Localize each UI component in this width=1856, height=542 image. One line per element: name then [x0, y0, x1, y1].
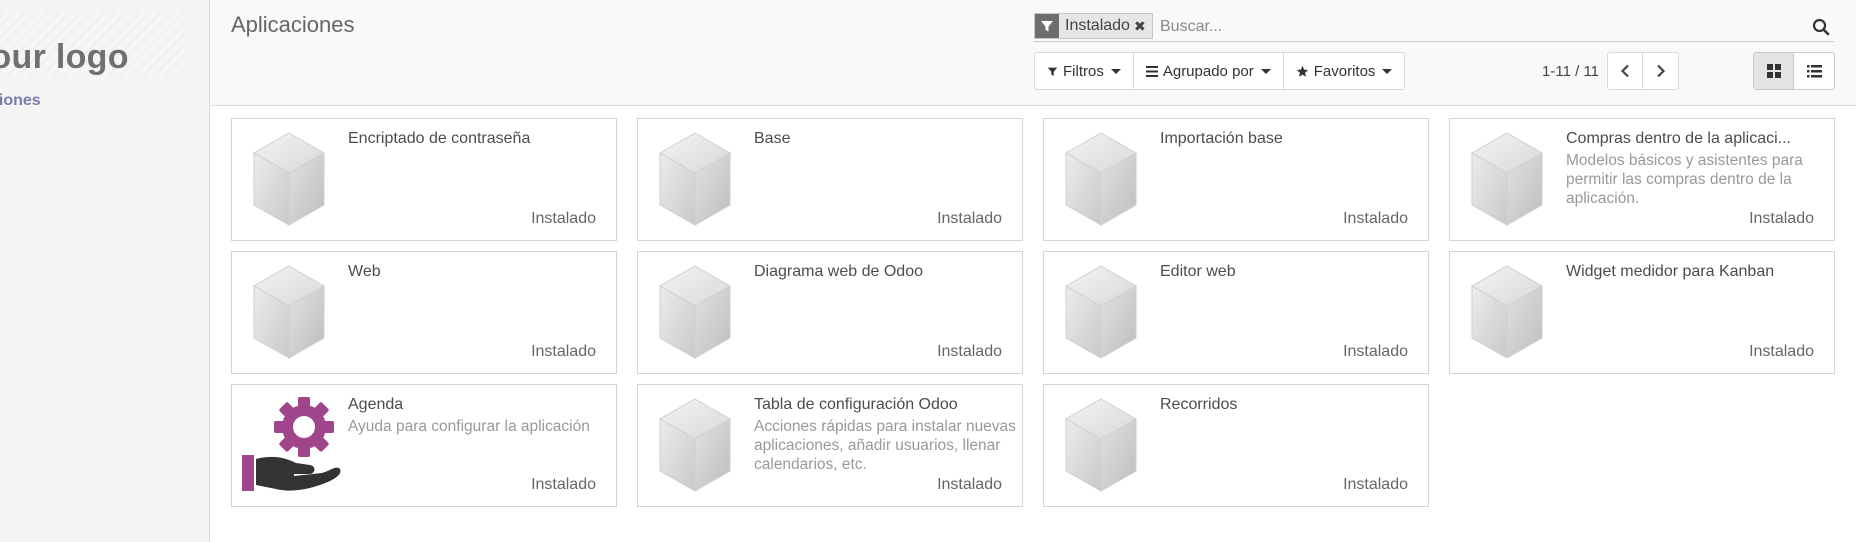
app-card[interactable]: Diagrama web de Odoo Instalado [637, 251, 1023, 374]
groupby-label: Agrupado por [1162, 62, 1254, 80]
company-logo[interactable]: Your logo [0, 12, 185, 76]
previous-page-button[interactable] [1608, 53, 1644, 89]
search-input[interactable] [1160, 15, 1780, 39]
app-name: Widget medidor para Kanban [1566, 263, 1775, 280]
pager-range: 1-11 [1542, 62, 1571, 80]
app-card[interactable]: Agenda Ayuda para configurar la aplicació… [231, 384, 617, 507]
remove-facet-icon[interactable]: ✖ [1134, 18, 1152, 35]
module-cube-icon [252, 264, 326, 364]
star-icon [1296, 65, 1308, 77]
module-cube-icon [1064, 397, 1138, 497]
app-card[interactable]: Encriptado de contraseña Instalado [231, 118, 617, 241]
app-card[interactable]: Compras dentro de la aplicaci... Modelos … [1449, 118, 1835, 241]
chevron-left-icon [1620, 64, 1629, 78]
app-description: Modelos básicos y asistentes para permit… [1566, 152, 1803, 207]
module-cube-icon [1064, 131, 1138, 231]
app-card[interactable]: Widget medidor para Kanban Instalado [1449, 251, 1835, 374]
app-status: Instalado [531, 343, 596, 360]
filter-icon [1035, 14, 1059, 38]
app-name: Web [348, 263, 381, 280]
app-name: Base [754, 130, 791, 147]
module-cube-icon [658, 131, 732, 231]
sidebar-item-label: Aplicaciones [0, 92, 41, 109]
module-cube-icon [252, 131, 326, 231]
module-cube-icon [1064, 264, 1138, 364]
module-cube-icon [1470, 131, 1544, 231]
app-status: Instalado [1749, 210, 1814, 227]
bars-icon [1145, 65, 1158, 77]
list-view-button[interactable] [1794, 53, 1834, 89]
favorites-label: Favoritos [1313, 62, 1376, 80]
next-page-button[interactable] [1643, 53, 1678, 89]
app-card[interactable]: Recorridos Instalado [1043, 384, 1429, 507]
app-window: Your logo Aplicaciones Aplicaciones Inst… [0, 0, 1856, 542]
caret-down-icon [1260, 68, 1271, 74]
app-name: Importación base [1160, 130, 1283, 147]
list-view-icon [1806, 64, 1822, 77]
app-status: Instalado [531, 476, 596, 493]
facet-label: Instalado [1065, 17, 1130, 34]
kanban-view-button[interactable] [1754, 53, 1794, 89]
module-cube-icon [1470, 264, 1544, 364]
control-panel: Aplicaciones Instalado ✖ Filtros [211, 0, 1856, 106]
search-icon[interactable] [1808, 14, 1834, 40]
pager: 1-11 / 11 [1542, 52, 1680, 90]
pager-buttons [1607, 52, 1680, 90]
search-options: Filtros Agrupado por Favoritos [1034, 52, 1406, 90]
sidebar: Your logo Aplicaciones [0, 0, 210, 542]
app-card[interactable]: Base Instalado [637, 118, 1023, 241]
groupby-button[interactable]: Agrupado por [1134, 53, 1284, 89]
sidebar-item-apps[interactable]: Aplicaciones [0, 92, 99, 110]
logo-text: Your logo [0, 38, 129, 76]
gear-hand-icon [242, 395, 342, 495]
caret-down-icon [1110, 68, 1121, 74]
app-status: Instalado [937, 210, 1002, 227]
module-cube-icon [658, 264, 732, 364]
app-status: Instalado [937, 476, 1002, 493]
chevron-right-icon [1656, 64, 1665, 78]
pager-value[interactable]: 1-11 / 11 [1542, 63, 1599, 80]
app-description: Ayuda para configurar la aplicación [348, 418, 590, 435]
app-description: Acciones rápidas para instalar nuevas ap… [754, 418, 1016, 473]
app-status: Instalado [937, 343, 1002, 360]
module-cube-icon [658, 397, 732, 497]
app-status: Instalado [1749, 343, 1814, 360]
app-card[interactable]: Importación base Instalado [1043, 118, 1429, 241]
app-name: Recorridos [1160, 396, 1238, 413]
app-card[interactable]: Tabla de configuración Odoo Acciones rápi… [637, 384, 1023, 507]
caret-down-icon [1382, 68, 1393, 74]
app-name: Tabla de configuración Odoo [754, 396, 958, 413]
app-status: Instalado [1343, 343, 1408, 360]
search-bar: Instalado ✖ [1034, 12, 1834, 42]
filter-icon [1047, 67, 1058, 76]
app-status: Instalado [1343, 476, 1408, 493]
view-switcher [1753, 52, 1835, 90]
filters-label: Filtros [1063, 62, 1104, 80]
app-name: Editor web [1160, 263, 1236, 280]
pager-total: 11 [1583, 62, 1600, 80]
app-name: Agenda [348, 396, 404, 413]
search-facet: Instalado ✖ [1034, 13, 1153, 39]
app-name: Encriptado de contraseña [348, 130, 531, 147]
app-status: Instalado [1343, 210, 1408, 227]
page-title: Aplicaciones [231, 12, 355, 37]
app-status: Instalado [531, 210, 596, 227]
app-name: Compras dentro de la aplicaci... [1566, 130, 1791, 147]
pager-separator: / [1570, 62, 1584, 80]
app-name: Diagrama web de Odoo [754, 263, 923, 280]
kanban-view-icon [1766, 64, 1781, 78]
app-card[interactable]: Editor web Instalado [1043, 251, 1429, 374]
favorites-button[interactable]: Favoritos [1284, 53, 1405, 89]
filters-button[interactable]: Filtros [1035, 53, 1134, 89]
app-card[interactable]: Web Instalado [231, 251, 617, 374]
